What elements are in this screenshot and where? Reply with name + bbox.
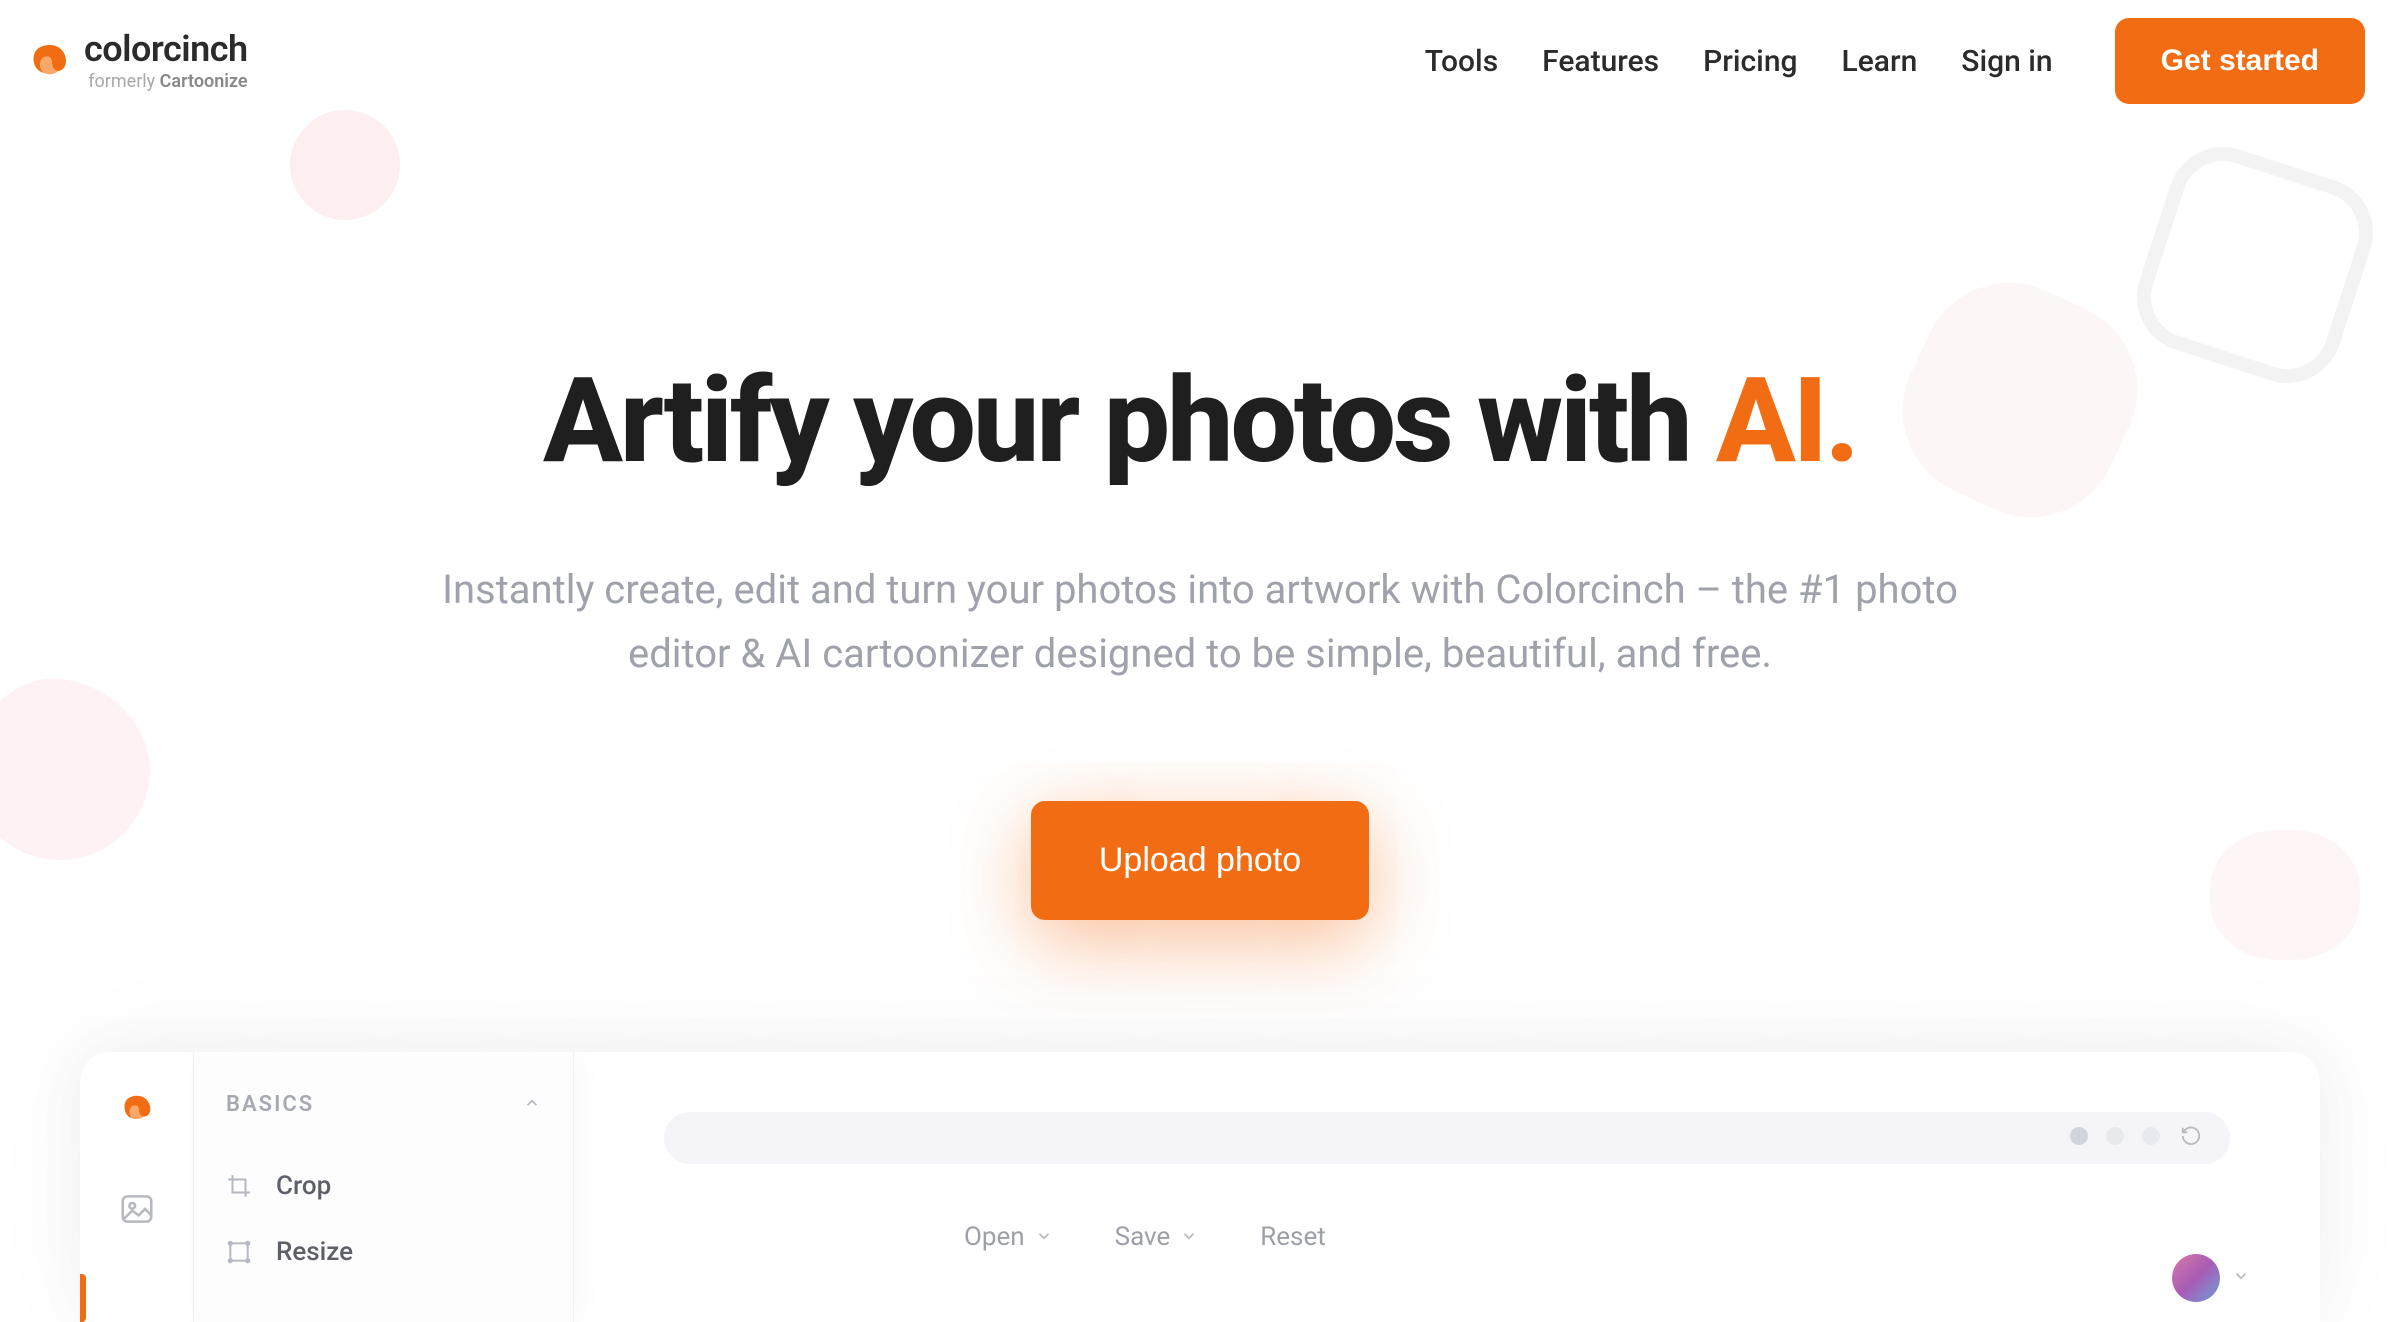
logo-small-icon[interactable] — [118, 1090, 156, 1128]
logo-mark-icon — [30, 41, 70, 81]
user-avatar[interactable] — [2172, 1254, 2220, 1302]
crop-icon — [226, 1173, 252, 1199]
editor-sidebar — [80, 1052, 194, 1322]
brand-tagline: formerly Cartoonize — [88, 71, 247, 92]
hero-title-accent: AI. — [1716, 352, 1857, 490]
window-dot — [2142, 1127, 2160, 1145]
panel-item-resize[interactable]: Resize — [226, 1219, 541, 1285]
panel-header[interactable]: BASICS — [226, 1092, 541, 1117]
editor-urlbar[interactable] — [664, 1112, 2230, 1164]
window-dots — [2070, 1127, 2160, 1145]
site-header: colorcinch formerly Cartoonize Tools Fea… — [0, 0, 2400, 122]
reload-icon — [2180, 1125, 2202, 1151]
window-dot — [2106, 1127, 2124, 1145]
logo-text: colorcinch formerly Cartoonize — [84, 31, 248, 92]
resize-icon — [226, 1239, 252, 1265]
image-icon[interactable] — [118, 1190, 156, 1228]
hero-title: Artify your photos with AI. — [0, 362, 2400, 480]
panel-title: BASICS — [226, 1092, 314, 1117]
panel-item-label: Resize — [276, 1237, 353, 1267]
panel-item-label: Crop — [276, 1171, 331, 1201]
hero-section: Artify your photos with AI. Instantly cr… — [0, 122, 2400, 920]
toolbar-save[interactable]: Save — [1115, 1222, 1199, 1252]
toolbar-reset[interactable]: Reset — [1260, 1222, 1326, 1252]
chevron-up-icon — [523, 1094, 541, 1116]
upload-photo-button[interactable]: Upload photo — [1031, 801, 1369, 920]
window-dot — [2070, 1127, 2088, 1145]
nav-features[interactable]: Features — [1542, 44, 1659, 79]
editor-main-area: Open Save Reset — [574, 1052, 2320, 1322]
editor-preview-card: BASICS Crop Resize — [80, 1052, 2320, 1322]
get-started-button[interactable]: Get started — [2115, 18, 2365, 104]
nav-learn[interactable]: Learn — [1842, 44, 1918, 79]
chevron-down-icon — [1180, 1222, 1198, 1252]
editor-basics-panel: BASICS Crop Resize — [194, 1052, 574, 1322]
nav-tools[interactable]: Tools — [1425, 44, 1498, 79]
hero-subtitle: Instantly create, edit and turn your pho… — [400, 558, 2000, 686]
main-nav: Tools Features Pricing Learn Sign in Get… — [1425, 18, 2365, 104]
brand-name: colorcinch — [84, 31, 248, 67]
nav-pricing[interactable]: Pricing — [1703, 44, 1797, 79]
panel-item-crop[interactable]: Crop — [226, 1153, 541, 1219]
nav-signin[interactable]: Sign in — [1961, 44, 2052, 79]
toolbar-open[interactable]: Open — [964, 1222, 1053, 1252]
sidebar-active-indicator — [80, 1274, 86, 1322]
chevron-down-icon — [1035, 1222, 1053, 1252]
chevron-down-icon — [2232, 1267, 2250, 1289]
editor-toolbar: Open Save Reset — [664, 1222, 2230, 1252]
brand-logo[interactable]: colorcinch formerly Cartoonize — [30, 31, 248, 92]
